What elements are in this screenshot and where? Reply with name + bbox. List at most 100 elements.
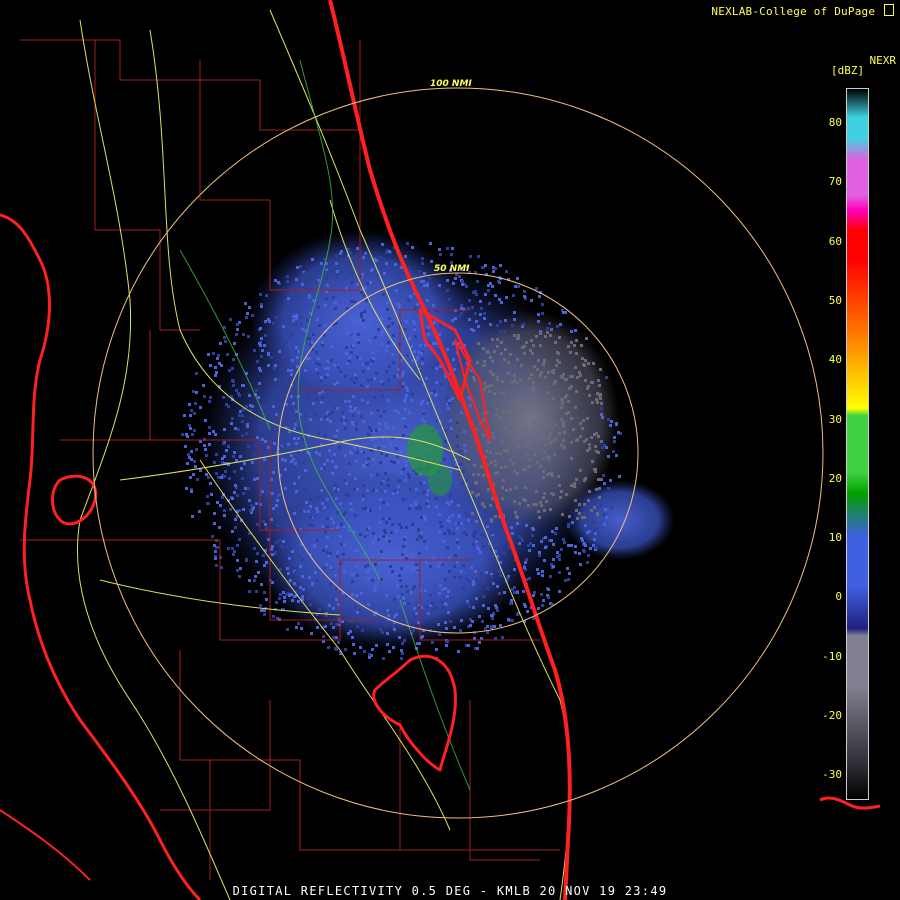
echo-pixel	[204, 448, 207, 451]
echo-pixel	[535, 503, 538, 506]
echo-pixel	[383, 529, 386, 532]
echo-pixel	[334, 307, 337, 310]
echo-pixel	[385, 349, 388, 352]
echo-pixel	[250, 504, 253, 507]
echo-pixel	[397, 411, 400, 414]
echo-pixel	[513, 426, 516, 429]
echo-pixel	[518, 410, 521, 413]
echo-pixel	[418, 270, 421, 273]
echo-pixel	[542, 457, 545, 460]
echo-pixel	[234, 526, 237, 529]
echo-pixel	[547, 437, 550, 440]
echo-pixel	[324, 367, 327, 370]
echo-pixel	[560, 375, 563, 378]
echo-pixel	[231, 547, 234, 550]
echo-pixel	[466, 596, 469, 599]
echo-pixel	[196, 478, 199, 481]
echo-pixel	[456, 538, 459, 541]
echo-pixel	[372, 541, 375, 544]
echo-pixel	[365, 299, 368, 302]
echo-pixel	[378, 422, 381, 425]
echo-pixel	[460, 304, 463, 307]
echo-pixel	[448, 520, 451, 523]
echo-pixel	[418, 642, 421, 645]
echo-pixel	[401, 385, 404, 388]
echo-pixel	[444, 578, 447, 581]
echo-pixel	[400, 585, 403, 588]
echo-pixel	[487, 607, 490, 610]
echo-pixel	[300, 316, 303, 319]
echo-pixel	[590, 509, 593, 512]
echo-pixel	[424, 518, 427, 521]
echo-pixel	[241, 420, 244, 423]
echo-pixel	[443, 458, 446, 461]
echo-pixel	[349, 450, 352, 453]
echo-pixel	[381, 394, 384, 397]
echo-pixel	[377, 538, 380, 541]
echo-pixel	[406, 242, 409, 245]
echo-pixel	[190, 490, 193, 493]
echo-pixel	[276, 524, 279, 527]
echo-pixel	[326, 360, 329, 363]
echo-pixel	[603, 482, 606, 485]
echo-pixel	[263, 591, 266, 594]
echo-pixel	[388, 517, 391, 520]
echo-pixel	[318, 324, 321, 327]
echo-pixel	[259, 419, 262, 422]
echo-pixel	[440, 383, 443, 386]
echo-pixel	[413, 322, 416, 325]
echo-pixel	[560, 418, 563, 421]
echo-pixel	[472, 543, 475, 546]
echo-pixel	[371, 360, 374, 363]
echo-pixel	[301, 438, 304, 441]
echo-pixel	[532, 344, 535, 347]
echo-pixel	[218, 526, 221, 529]
echo-pixel	[351, 593, 354, 596]
echo-pixel	[315, 351, 318, 354]
echo-pixel	[248, 579, 251, 582]
echo-pixel	[238, 575, 241, 578]
echo-pixel	[366, 362, 369, 365]
echo-pixel	[383, 272, 386, 275]
echo-pixel	[351, 636, 354, 639]
echo-pixel	[332, 296, 335, 299]
echo-pixel	[380, 550, 383, 553]
echo-pixel	[290, 454, 293, 457]
echo-pixel	[463, 444, 466, 447]
echo-pixel	[474, 290, 477, 293]
echo-pixel	[237, 428, 240, 431]
echo-pixel	[538, 516, 541, 519]
echo-pixel	[460, 411, 463, 414]
echo-pixel	[214, 433, 217, 436]
echo-pixel	[523, 352, 526, 355]
echo-pixel	[263, 613, 266, 616]
echo-pixel	[500, 466, 503, 469]
echo-pixel	[479, 313, 482, 316]
echo-pixel	[400, 567, 403, 570]
echo-pixel	[595, 488, 598, 491]
echo-pixel	[544, 536, 547, 539]
echo-pixel	[567, 523, 570, 526]
echo-pixel	[392, 646, 395, 649]
echo-pixel	[362, 420, 365, 423]
echo-pixel	[360, 450, 363, 453]
echo-pixel	[327, 646, 330, 649]
echo-pixel	[241, 434, 244, 437]
echo-pixel	[605, 446, 608, 449]
echo-pixel	[551, 440, 554, 443]
echo-pixel	[499, 574, 502, 577]
echo-pixel	[481, 266, 484, 269]
echo-pixel	[231, 497, 234, 500]
echo-pixel	[282, 540, 285, 543]
echo-pixel	[240, 467, 243, 470]
echo-pixel	[393, 628, 396, 631]
echo-pixel	[344, 400, 347, 403]
echo-pixel	[310, 589, 313, 592]
echo-pixel	[477, 473, 480, 476]
echo-pixel	[255, 389, 258, 392]
echo-pixel	[337, 488, 340, 491]
echo-pixel	[261, 438, 264, 441]
echo-pixel	[494, 464, 497, 467]
echo-pixel	[380, 380, 383, 383]
echo-pixel	[425, 502, 428, 505]
